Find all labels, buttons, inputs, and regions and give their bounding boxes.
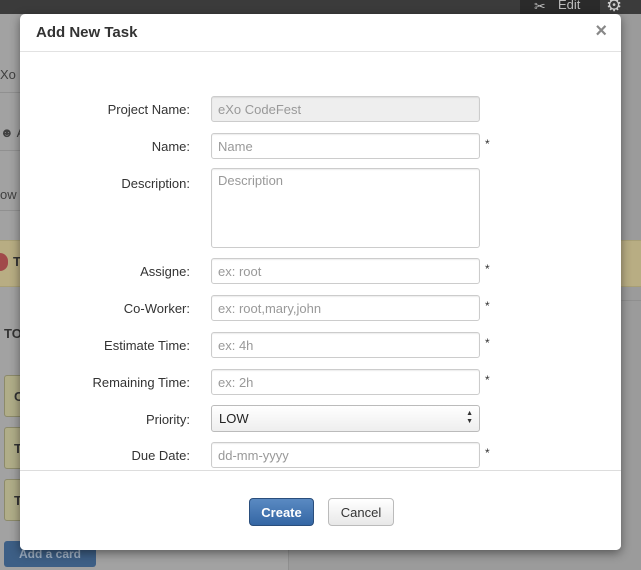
- user-icon: ☻: [0, 125, 14, 140]
- select-arrows-icon: ▲ ▼: [466, 410, 473, 425]
- assignee-label: Assigne:: [140, 264, 190, 279]
- assignee-input[interactable]: [211, 258, 480, 284]
- required-mark: *: [485, 299, 490, 313]
- edit-label: Edit: [558, 0, 581, 12]
- priority-select[interactable]: LOW ▲ ▼: [211, 405, 480, 432]
- close-icon[interactable]: ×: [595, 21, 607, 41]
- project-name-input: [211, 96, 480, 122]
- coworker-input[interactable]: [211, 295, 480, 321]
- due-date-label: Due Date:: [131, 448, 190, 463]
- create-button[interactable]: Create: [249, 498, 314, 526]
- required-mark: *: [485, 446, 490, 460]
- required-mark: *: [485, 137, 490, 151]
- edit-button: ✂ Edit: [520, 0, 600, 14]
- priority-selected-value: LOW: [219, 411, 249, 426]
- priority-label: Priority:: [145, 412, 190, 427]
- description-label: Description:: [121, 176, 190, 191]
- coworker-label: Co-Worker:: [123, 301, 190, 316]
- required-mark: *: [485, 262, 490, 276]
- description-textarea[interactable]: [211, 168, 480, 248]
- add-task-modal: Add New Task × Project Name: Name: * Des…: [20, 14, 621, 550]
- tools-icon: ✂: [534, 0, 546, 14]
- modal-body: Project Name: Name: * Description: Assig…: [20, 52, 621, 470]
- remaining-time-label: Remaining Time:: [92, 375, 190, 390]
- cancel-button[interactable]: Cancel: [328, 498, 394, 526]
- name-input[interactable]: [211, 133, 480, 159]
- project-name-label: Project Name:: [107, 102, 190, 117]
- required-mark: *: [485, 373, 490, 387]
- name-label: Name:: [151, 139, 190, 154]
- modal-title: Add New Task: [36, 24, 138, 41]
- modal-footer: Create Cancel: [20, 470, 621, 550]
- remaining-time-input[interactable]: [211, 369, 480, 395]
- estimate-time-input[interactable]: [211, 332, 480, 358]
- modal-header: Add New Task ×: [20, 14, 621, 52]
- required-mark: *: [485, 336, 490, 350]
- estimate-time-label: Estimate Time:: [104, 338, 190, 353]
- due-date-input[interactable]: [211, 442, 480, 468]
